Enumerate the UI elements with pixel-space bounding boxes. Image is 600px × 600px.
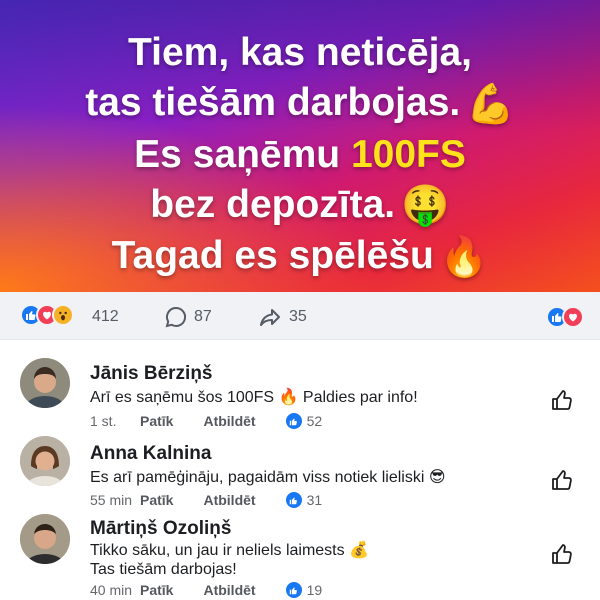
like-icon: [285, 492, 302, 508]
flexed-biceps-icon: 💪: [466, 82, 515, 126]
reaction-summary[interactable]: [20, 304, 74, 328]
comment-meta: 55 min Patīk Atbildēt 31: [90, 492, 322, 508]
share-count[interactable]: 35: [289, 308, 307, 326]
reply-link[interactable]: Atbildēt: [203, 582, 255, 598]
comment-meta: 1 st. Patīk Atbildēt 52: [90, 413, 322, 429]
like-link[interactable]: Patīk: [140, 492, 173, 508]
headline-line-2: tas tiešām darbojas. 💪: [0, 78, 600, 130]
comment-like-count[interactable]: 52: [307, 413, 323, 429]
reaction-summary-right[interactable]: [546, 306, 584, 328]
headline-line-5-text: Tagad es spēlēšu: [111, 234, 434, 278]
comment-text: Arī es saņēmu šos 100FS 🔥 Paldies par in…: [90, 389, 418, 406]
avatar[interactable]: [20, 358, 70, 408]
headline-line-3-text: Es saņēmu: [134, 132, 341, 176]
comment-like-count[interactable]: 31: [307, 492, 323, 508]
headline-line-4: bez depozīta. 🤑: [0, 180, 600, 232]
comment-time[interactable]: 40 min: [90, 582, 140, 598]
headline-line-1: Tiem, kas neticēja,: [128, 31, 472, 74]
thumbs-up-icon[interactable]: [550, 468, 574, 497]
reaction-count[interactable]: 412: [92, 308, 119, 326]
reply-link[interactable]: Atbildēt: [203, 492, 255, 508]
promo-headline: Tiem, kas neticēja, tas tiešām darbojas.…: [0, 28, 600, 283]
wow-icon: [52, 304, 74, 326]
headline-line-3: Es saņēmu 100FS: [0, 130, 600, 180]
comment-time[interactable]: 1 st.: [90, 413, 140, 429]
comment-item: Mārtiņš Ozoliņš Tikko sāku, un jau ir ne…: [0, 510, 600, 600]
promo-banner: Tiem, kas neticēja, tas tiešām darbojas.…: [0, 0, 600, 292]
comment-item: Anna Kalnina Es arī pamēģināju, pagaidām…: [0, 430, 600, 510]
headline-line-5: Tagad es spēlēšu 🔥: [0, 231, 600, 283]
money-mouth-face-icon: 🤑: [401, 184, 450, 228]
thumbs-up-icon[interactable]: [550, 542, 574, 571]
comment-text-line-1: Tikko sāku, un jau ir neliels laimests 💰: [90, 542, 369, 559]
love-icon: [562, 306, 584, 328]
comment-count[interactable]: 87: [194, 308, 212, 326]
comment-item: Jānis Bērziņš Arī es saņēmu šos 100FS 🔥 …: [0, 350, 600, 430]
reply-link[interactable]: Atbildēt: [203, 413, 255, 429]
headline-line-2-text: tas tiešām darbojas.: [85, 81, 461, 124]
commenter-name[interactable]: Mārtiņš Ozoliņš: [90, 518, 231, 540]
avatar[interactable]: [20, 436, 70, 486]
fire-icon: 🔥: [439, 236, 489, 280]
free-spins-highlight: 100FS: [350, 132, 466, 176]
reaction-bar: 412 87 35: [0, 292, 600, 340]
avatar[interactable]: [20, 514, 70, 564]
like-link[interactable]: Patīk: [140, 582, 173, 598]
like-link[interactable]: Patīk: [140, 413, 173, 429]
commenter-name[interactable]: Anna Kalnina: [90, 443, 211, 465]
comment-meta: 40 min Patīk Atbildēt 19: [90, 582, 322, 598]
comment-text-line-2: Tas tiešām darbojas!: [90, 561, 237, 578]
share-icon[interactable]: [258, 305, 282, 334]
comment-like-count[interactable]: 19: [307, 582, 323, 598]
commenter-name[interactable]: Jānis Bērziņš: [90, 363, 213, 385]
like-icon: [285, 582, 302, 598]
headline-line-4-text: bez depozīta.: [150, 182, 396, 226]
comment-icon[interactable]: [164, 305, 188, 334]
thumbs-up-icon[interactable]: [550, 388, 574, 417]
comment-text: Es arī pamēģināju, pagaidām viss notiek …: [90, 469, 446, 486]
comment-time[interactable]: 55 min: [90, 492, 140, 508]
like-icon: [285, 413, 302, 429]
